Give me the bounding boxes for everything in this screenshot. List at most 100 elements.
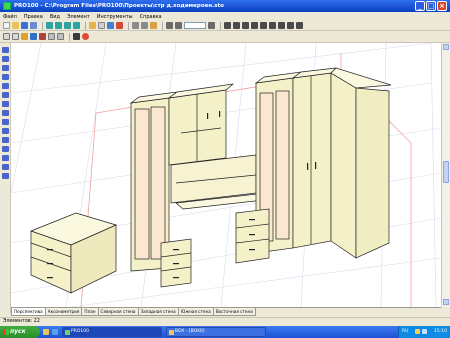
tab-plan[interactable]: План bbox=[81, 308, 99, 316]
arrow-up-icon[interactable] bbox=[224, 22, 231, 29]
cube-icon[interactable] bbox=[73, 22, 80, 29]
arrow-right-icon[interactable] bbox=[251, 22, 258, 29]
open-folder-icon[interactable] bbox=[12, 22, 19, 29]
tray-icon[interactable] bbox=[415, 329, 420, 334]
cube-icon[interactable] bbox=[46, 22, 53, 29]
arrow-up-icon[interactable] bbox=[233, 22, 240, 29]
task-label: PRO100 bbox=[71, 329, 89, 334]
arrow-down-icon[interactable] bbox=[242, 22, 249, 29]
redo-icon[interactable] bbox=[141, 22, 148, 29]
menu-edit[interactable]: Правка bbox=[24, 14, 43, 20]
tool-icon[interactable] bbox=[2, 128, 9, 134]
tool-icon[interactable] bbox=[2, 137, 9, 143]
menu-help[interactable]: Справка bbox=[140, 14, 162, 20]
menu-file[interactable]: Файл bbox=[3, 14, 17, 20]
task-button-box[interactable]: BOX - [BOX0] bbox=[166, 327, 266, 337]
start-label: пуск bbox=[10, 328, 26, 335]
quicklaunch-icon[interactable] bbox=[52, 329, 58, 335]
grid-icon[interactable] bbox=[48, 33, 55, 40]
3d-viewport[interactable] bbox=[11, 43, 441, 307]
taskbar: пуск PRO100 BOX - [BOX0] RU 15:10 bbox=[0, 326, 450, 338]
zoom-fit-icon[interactable] bbox=[208, 22, 215, 29]
vertical-scrollbar[interactable] bbox=[441, 43, 450, 307]
tool-icon[interactable] bbox=[2, 83, 9, 89]
tool-icon[interactable] bbox=[2, 92, 9, 98]
tool-icon[interactable] bbox=[2, 74, 9, 80]
close-button[interactable]: × bbox=[437, 1, 447, 11]
maximize-button[interactable]: □ bbox=[426, 1, 436, 11]
tab-south-wall[interactable]: Южная стена bbox=[177, 308, 214, 316]
tab-north-wall[interactable]: Северная стена bbox=[97, 308, 139, 316]
tool-icon[interactable] bbox=[2, 146, 9, 152]
floor-icon[interactable] bbox=[12, 33, 19, 40]
clock: 15:10 bbox=[434, 329, 447, 334]
paint-icon[interactable] bbox=[21, 33, 28, 40]
windows-logo-icon bbox=[3, 329, 9, 335]
task-label: BOX - [BOX0] bbox=[175, 329, 205, 334]
scene-svg bbox=[11, 43, 441, 307]
app-icon bbox=[3, 2, 11, 10]
light-icon[interactable] bbox=[30, 33, 37, 40]
scroll-down-icon[interactable] bbox=[443, 299, 449, 305]
tool-icon[interactable] bbox=[2, 155, 9, 161]
render-icon[interactable] bbox=[57, 33, 64, 40]
tool-icon[interactable] bbox=[2, 65, 9, 71]
left-toolbar bbox=[0, 43, 11, 313]
tool-icon[interactable] bbox=[2, 56, 9, 62]
flip-icon[interactable] bbox=[269, 22, 276, 29]
tool-icon[interactable] bbox=[2, 101, 9, 107]
tool-icon[interactable] bbox=[2, 110, 9, 116]
wall-icon[interactable] bbox=[3, 33, 10, 40]
align-icon[interactable] bbox=[278, 22, 285, 29]
language-indicator[interactable]: RU bbox=[402, 326, 408, 338]
start-button[interactable]: пуск bbox=[0, 326, 40, 338]
move-icon[interactable] bbox=[89, 22, 96, 29]
save-icon[interactable] bbox=[21, 22, 28, 29]
toolbar-separator bbox=[128, 21, 129, 30]
delete-icon[interactable] bbox=[116, 22, 123, 29]
tool-icon[interactable] bbox=[2, 164, 9, 170]
cube-icon[interactable] bbox=[55, 22, 62, 29]
scroll-up-icon[interactable] bbox=[443, 44, 449, 50]
system-tray: RU 15:10 bbox=[398, 326, 450, 338]
measure-icon[interactable] bbox=[39, 33, 46, 40]
scroll-thumb[interactable] bbox=[443, 161, 449, 183]
zoom-in-icon[interactable] bbox=[166, 22, 173, 29]
toolbar-separator bbox=[69, 32, 70, 41]
new-file-icon[interactable] bbox=[3, 22, 10, 29]
tool-icon[interactable] bbox=[2, 119, 9, 125]
align-icon[interactable] bbox=[287, 22, 294, 29]
stop-icon[interactable] bbox=[73, 33, 80, 40]
align-icon[interactable] bbox=[296, 22, 303, 29]
view-tabs: Перспектива Аксонометрия План Северная с… bbox=[11, 307, 441, 316]
menu-bar: Файл Правка Вид Элемент Инструменты Спра… bbox=[0, 12, 450, 21]
tab-perspective[interactable]: Перспектива bbox=[11, 308, 46, 316]
task-button-pro100[interactable]: PRO100 bbox=[62, 327, 162, 337]
record-icon[interactable] bbox=[82, 33, 89, 40]
toolbar-main bbox=[0, 21, 450, 31]
arrow-left-icon[interactable] bbox=[260, 22, 267, 29]
menu-view[interactable]: Вид bbox=[50, 14, 60, 20]
minimize-button[interactable]: _ bbox=[415, 1, 425, 11]
quicklaunch-icon[interactable] bbox=[43, 329, 49, 335]
title-bar: PRO100 - C:\Program Files\PRO100\Проекты… bbox=[0, 0, 450, 12]
cube-icon[interactable] bbox=[64, 22, 71, 29]
toolbar-secondary bbox=[0, 31, 450, 43]
toolbar-separator bbox=[42, 21, 43, 30]
undo-icon[interactable] bbox=[132, 22, 139, 29]
select-icon[interactable] bbox=[98, 22, 105, 29]
tool-icon[interactable] bbox=[2, 173, 9, 179]
tab-axonometry[interactable]: Аксонометрия bbox=[44, 308, 83, 316]
zoom-out-icon[interactable] bbox=[175, 22, 182, 29]
menu-element[interactable]: Элемент bbox=[67, 14, 90, 20]
menu-tools[interactable]: Инструменты bbox=[97, 14, 133, 20]
zoom-input[interactable] bbox=[184, 22, 206, 29]
print-icon[interactable] bbox=[30, 22, 37, 29]
rotate-icon[interactable] bbox=[107, 22, 114, 29]
paste-icon[interactable] bbox=[150, 22, 157, 29]
tab-west-wall[interactable]: Западная стена bbox=[137, 308, 179, 316]
status-bar: Элементов: 22 bbox=[0, 317, 450, 326]
volume-icon[interactable] bbox=[422, 329, 427, 334]
tab-east-wall[interactable]: Восточная стена bbox=[212, 308, 256, 316]
tool-icon[interactable] bbox=[2, 47, 9, 53]
